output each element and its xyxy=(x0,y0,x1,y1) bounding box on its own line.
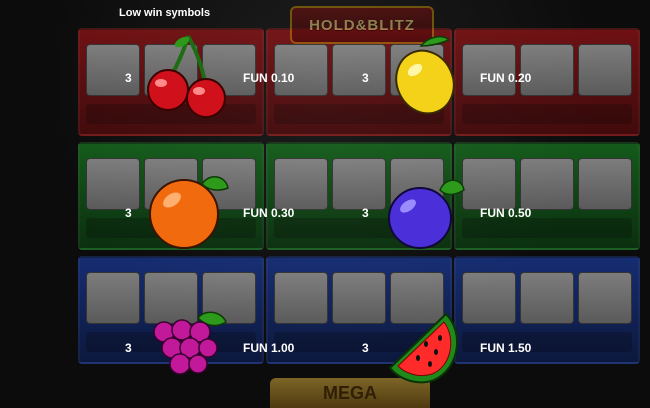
symbol-count: 3 xyxy=(125,71,132,85)
bg-tile xyxy=(454,142,640,250)
grapes-icon xyxy=(153,311,227,375)
symbol-count: 3 xyxy=(362,341,369,355)
symbol-count: 3 xyxy=(362,206,369,220)
lemon-icon xyxy=(395,35,455,115)
symbol-payout: FUN 1.00 xyxy=(243,341,295,355)
symbol-payout: FUN 1.50 xyxy=(480,341,532,355)
cherry-icon xyxy=(147,35,226,118)
page-title: Low win symbols xyxy=(119,7,211,19)
plum-icon xyxy=(388,179,465,249)
symbol-count: 3 xyxy=(125,206,132,220)
symbol-payout: FUN 0.10 xyxy=(243,71,295,85)
watermelon-icon xyxy=(388,312,459,384)
orange-icon xyxy=(149,176,229,249)
symbol-payout: FUN 0.20 xyxy=(480,71,532,85)
symbol-payout: FUN 0.50 xyxy=(480,206,532,220)
symbol-payout: FUN 0.30 xyxy=(243,206,295,220)
symbol-count: 3 xyxy=(125,341,132,355)
symbol-count: 3 xyxy=(362,71,369,85)
